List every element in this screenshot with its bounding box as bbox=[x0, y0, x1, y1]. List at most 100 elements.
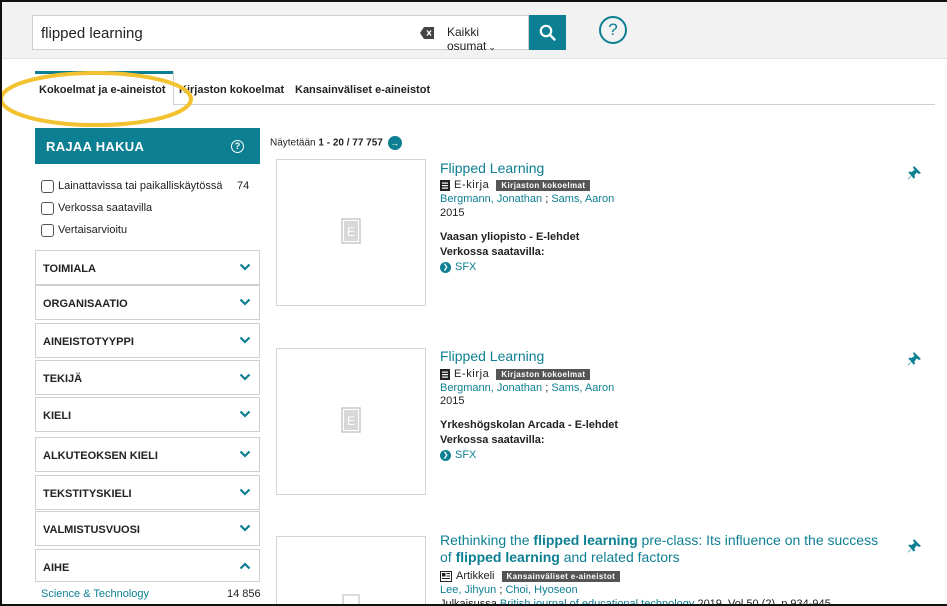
checkbox-icon[interactable] bbox=[41, 223, 54, 237]
result-online-label: Verkossa saatavilla: bbox=[440, 246, 545, 258]
highlight-annotation bbox=[2, 71, 193, 127]
journal-link[interactable]: British journal of educational technolog… bbox=[500, 598, 694, 604]
facet-valmistusvuosi[interactable]: VALMISTUSVUOSI bbox=[35, 511, 260, 546]
scope-select[interactable]: Kaikki osumat ⌄ bbox=[447, 25, 528, 53]
result-holder: Vaasan yliopisto - E-lehdet bbox=[440, 231, 580, 243]
author-link[interactable]: Bergmann, Jonathan bbox=[440, 193, 542, 205]
facet-tekija[interactable]: TEKIJÄ bbox=[35, 360, 260, 395]
facet-aihe[interactable]: AIHE bbox=[35, 549, 260, 582]
author-link[interactable]: Sams, Aaron bbox=[551, 193, 614, 205]
checkbox-icon[interactable] bbox=[41, 201, 54, 215]
ebook-icon bbox=[440, 179, 450, 191]
author-link[interactable]: Sams, Aaron bbox=[551, 382, 614, 394]
title-text: of bbox=[440, 549, 456, 565]
results-count-prefix: Näytetään bbox=[270, 137, 316, 149]
next-page-icon[interactable]: → bbox=[387, 136, 402, 150]
sfx-link[interactable]: ❯ SFX bbox=[440, 449, 476, 461]
result-authors: Lee, Jihyun ; Choi, Hyoseon bbox=[440, 584, 578, 596]
facet-label: AIHE bbox=[43, 562, 70, 574]
arrow-right-icon: ❯ bbox=[440, 449, 451, 461]
result-thumbnail[interactable]: E bbox=[276, 348, 426, 495]
result-format: Artikkeli bbox=[456, 570, 495, 582]
ebook-placeholder-icon: E bbox=[341, 218, 361, 244]
sfx-link-label: SFX bbox=[455, 449, 477, 461]
chevron-down-icon bbox=[239, 373, 251, 381]
chevron-down-icon: ⌄ bbox=[488, 42, 496, 52]
scope-select-value: Kaikki osumat bbox=[447, 25, 487, 53]
result-thumbnail[interactable]: E bbox=[276, 159, 426, 306]
chevron-down-icon bbox=[239, 298, 251, 306]
result-title-link-cont[interactable]: of flipped learning and related factors bbox=[440, 549, 680, 565]
pin-icon[interactable] bbox=[908, 352, 921, 366]
facet-alkuteoksen-kieli[interactable]: ALKUTEOKSEN KIELI bbox=[35, 437, 260, 472]
checkbox-label: Vertaisarvioitu bbox=[58, 224, 128, 236]
filter-help-icon[interactable]: ? bbox=[231, 140, 244, 153]
chevron-down-icon bbox=[239, 524, 251, 532]
result-year: 2015 bbox=[440, 207, 465, 219]
result-title-link[interactable]: Flipped Learning bbox=[440, 348, 544, 364]
facet-label: VALMISTUSVUOSI bbox=[43, 524, 140, 536]
checkbox-label: Lainattavissa tai paikalliskäytössä bbox=[58, 180, 223, 192]
result-thumbnail[interactable] bbox=[276, 536, 426, 604]
collection-badge: Kirjaston kokoelmat bbox=[496, 368, 591, 380]
result-holder: Yrkeshögskolan Arcada - E-lehdet bbox=[440, 419, 619, 431]
author-link[interactable]: Lee, Jihyun bbox=[440, 584, 496, 596]
result-title-link[interactable]: Rethinking the flipped learning pre-clas… bbox=[440, 532, 878, 548]
result-publication: Julkaisussa British journal of education… bbox=[440, 598, 831, 606]
facet-toimiala[interactable]: TOIMIALA bbox=[35, 250, 260, 285]
chevron-down-icon bbox=[239, 450, 251, 458]
filter-checkbox-vertaisarvioitu[interactable]: Vertaisarvioitu bbox=[41, 222, 127, 238]
facet-option-science-technology[interactable]: Science & Technology bbox=[41, 588, 149, 600]
tab-kansainvaliset-e-aineistot[interactable]: Kansainväliset e-aineistot bbox=[291, 71, 434, 105]
checkbox-label: Verkossa saatavilla bbox=[58, 202, 153, 214]
pin-icon[interactable] bbox=[908, 166, 921, 180]
facet-organisaatio[interactable]: ORGANISAATIO bbox=[35, 285, 260, 320]
arrow-right-icon: ❯ bbox=[440, 261, 451, 273]
chevron-down-icon bbox=[239, 410, 251, 418]
sfx-link-label: SFX bbox=[455, 261, 477, 273]
search-input[interactable] bbox=[41, 22, 401, 44]
filter-checkbox-verkossa[interactable]: Verkossa saatavilla bbox=[41, 200, 152, 216]
pin-icon[interactable] bbox=[908, 539, 921, 553]
facet-option-count: 14 856 bbox=[227, 588, 261, 600]
clear-icon[interactable] bbox=[420, 27, 434, 39]
result-format-row: E-kirja Kirjaston kokoelmat bbox=[440, 368, 591, 380]
article-placeholder-icon bbox=[342, 594, 360, 604]
sfx-link[interactable]: ❯ SFX bbox=[440, 261, 476, 273]
search-bar: Kaikki osumat⌄ ? bbox=[2, 2, 947, 59]
search-icon bbox=[539, 24, 556, 41]
filter-checkbox-lainattavissa[interactable]: Lainattavissa tai paikalliskäytössä 74 bbox=[41, 178, 249, 194]
facet-label: ORGANISAATIO bbox=[43, 298, 128, 310]
result-format: E-kirja bbox=[454, 368, 490, 380]
chevron-up-icon bbox=[239, 562, 251, 570]
result-authors: Bergmann, Jonathan ; Sams, Aaron bbox=[440, 382, 615, 394]
app-frame: Kaikki osumat⌄ ? Kokoelmat ja e-aineisto… bbox=[0, 0, 947, 606]
facet-aineistotyyppi[interactable]: AINEISTOTYYPPI bbox=[35, 323, 260, 358]
facet-tekstityskieli[interactable]: TEKSTITYSKIELI bbox=[35, 475, 260, 510]
article-icon bbox=[440, 570, 452, 582]
facet-label: KIELI bbox=[43, 410, 72, 422]
collection-badge: Kirjaston kokoelmat bbox=[496, 179, 591, 191]
title-text: Rethinking the bbox=[440, 532, 534, 548]
facet-label: ALKUTEOKSEN KIELI bbox=[43, 450, 158, 462]
checkbox-icon[interactable] bbox=[41, 179, 54, 193]
result-year: 2015 bbox=[440, 395, 465, 407]
search-button[interactable] bbox=[529, 15, 566, 50]
svg-text:E: E bbox=[347, 225, 355, 239]
author-link[interactable]: Choi, Hyoseon bbox=[505, 584, 577, 596]
title-highlight: flipped learning bbox=[533, 532, 638, 548]
title-highlight: flipped learning bbox=[455, 549, 560, 565]
svg-text:E: E bbox=[347, 414, 355, 428]
chevron-down-icon bbox=[239, 488, 251, 496]
collection-badge: Kansainväliset e-aineistot bbox=[501, 570, 621, 582]
result-title-link[interactable]: Flipped Learning bbox=[440, 160, 544, 176]
result-format: E-kirja bbox=[454, 179, 490, 191]
ebook-placeholder-icon: E bbox=[341, 407, 361, 433]
author-link[interactable]: Bergmann, Jonathan bbox=[440, 382, 542, 394]
help-icon[interactable]: ? bbox=[599, 16, 627, 44]
publication-prefix: Julkaisussa bbox=[440, 598, 500, 606]
facet-kieli[interactable]: KIELI bbox=[35, 397, 260, 432]
filter-header: RAJAA HAKUA ? bbox=[35, 128, 260, 164]
facet-label: TOIMIALA bbox=[43, 263, 96, 275]
title-text: pre-class: Its influence on the success bbox=[637, 532, 879, 548]
